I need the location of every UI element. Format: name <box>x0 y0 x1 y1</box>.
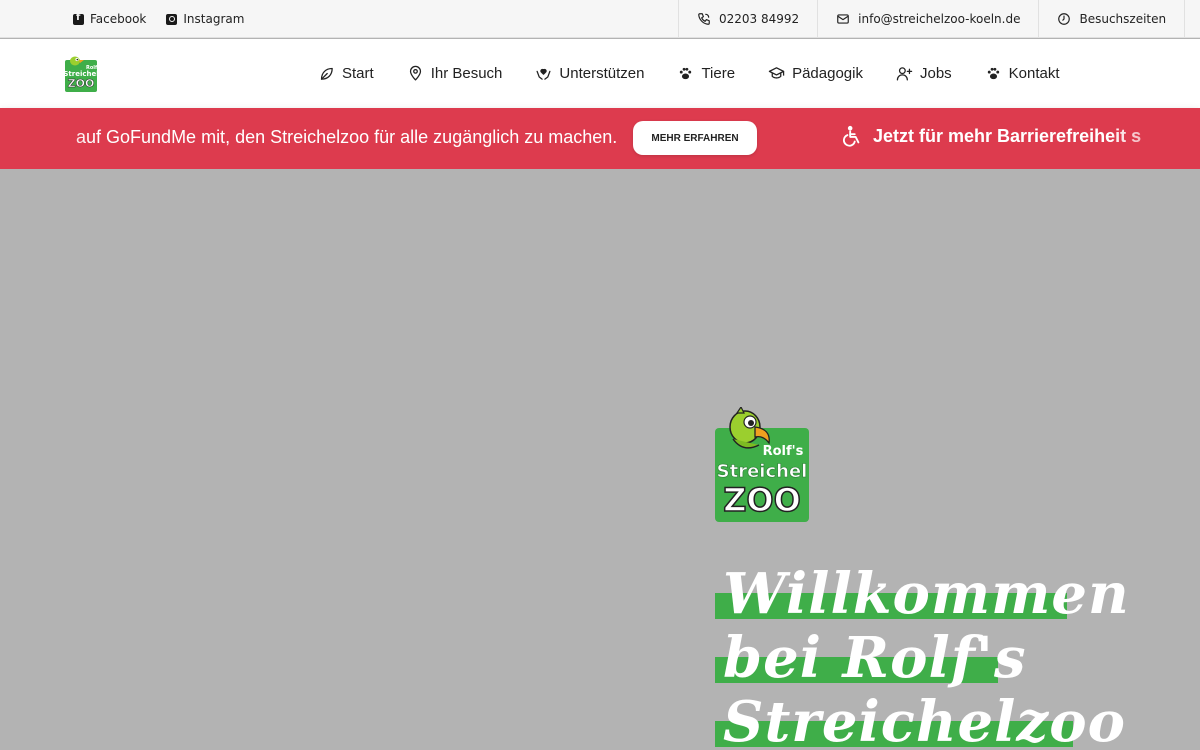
facebook-icon <box>73 12 84 25</box>
banner-fade-left <box>0 108 90 169</box>
nav-item-ihr-besuch-label: Ihr Besuch <box>430 65 503 82</box>
visiting-hours-label: Besuchszeiten <box>1079 12 1167 26</box>
banner-next-label: Jetzt für mehr Barrierefreiheit s <box>873 125 1142 146</box>
banner-text: auf GoFundMe mit, den Streichelzoo für a… <box>76 127 618 147</box>
hero-logo-text-line1: Rolf's <box>763 444 804 459</box>
banner-fade-right <box>1110 108 1200 169</box>
instagram-label: Instagram <box>183 12 245 26</box>
phone-link[interactable]: 02203 84992 <box>679 0 819 38</box>
hero-logo-text-line2: Streichel <box>717 461 808 482</box>
main-nav: Start Ihr Besuch Unterstützen Tiere Päda… <box>318 39 1060 108</box>
banner-next-text: Jetzt für mehr Barrierefreiheit s <box>841 125 1141 147</box>
mehr-erfahren-button[interactable]: MEHR ERFAHREN <box>633 121 757 155</box>
hero-section: Rolf's Streichel ZOO Willkommen bei Rolf… <box>0 169 1200 750</box>
facebook-label: Facebook <box>90 12 147 26</box>
nav-item-jobs[interactable]: Jobs <box>896 65 952 82</box>
phone-icon <box>698 13 710 25</box>
nav-item-tiere-label: Tiere <box>701 65 736 82</box>
hero-title-line: bei Rolf's <box>715 626 1130 690</box>
map-pin-icon <box>409 65 421 81</box>
wheelchair-icon <box>843 125 860 147</box>
hero-logo-text-line3: ZOO <box>723 481 801 519</box>
visiting-hours-link[interactable]: Besuchszeiten <box>1039 0 1186 38</box>
hero-title-line-2: bei Rolf's <box>723 625 1027 691</box>
nav-item-start[interactable]: Start <box>318 65 374 82</box>
nav-item-ihr-besuch[interactable]: Ihr Besuch <box>407 65 503 82</box>
email-link[interactable]: info@streichelzoo-koeln.de <box>818 0 1040 38</box>
mail-icon <box>837 14 850 24</box>
hero-logo: Rolf's Streichel ZOO <box>715 407 809 522</box>
hero-title-line-3: Streichelzoo <box>723 689 1126 750</box>
hero-title: Willkommen bei Rolf's Streichelzoo <box>715 562 1130 750</box>
phone-label: 02203 84992 <box>719 12 800 26</box>
leaf-icon <box>320 67 333 80</box>
nav-item-paedagogik[interactable]: Pädagogik <box>768 65 863 82</box>
hero-title-line: Willkommen <box>715 562 1130 626</box>
nav-item-unterstuetzen-label: Unterstützen <box>559 65 645 82</box>
email-label: info@streichelzoo-koeln.de <box>858 12 1021 26</box>
paw-icon <box>680 67 692 80</box>
social-links: Facebook Instagram <box>73 12 244 26</box>
main-header: Rolf's Streichel ZOO Start Ihr Besuch Un… <box>0 39 1200 108</box>
nav-item-tiere[interactable]: Tiere <box>677 65 735 82</box>
nav-item-kontakt-label: Kontakt <box>1008 65 1060 82</box>
user-plus-icon <box>896 67 913 81</box>
site-logo[interactable]: Rolf's Streichel ZOO <box>65 54 97 92</box>
contact-links: 02203 84992 info@streichelzoo-koeln.de B… <box>678 0 1186 38</box>
hands-heart-icon <box>536 68 551 80</box>
paw-icon <box>987 67 999 80</box>
hero-title-line-1: Willkommen <box>723 561 1130 627</box>
nav-item-jobs-label: Jobs <box>919 65 952 82</box>
hero-title-line: Streichelzoo <box>715 690 1130 750</box>
nav-item-start-label: Start <box>342 65 374 82</box>
top-bar: Facebook Instagram 02203 84992 info@stre… <box>0 0 1200 38</box>
graduation-cap-icon <box>768 67 785 79</box>
announcement-banner: auf GoFundMe mit, den Streichelzoo für a… <box>0 108 1200 169</box>
nav-item-kontakt[interactable]: Kontakt <box>985 65 1060 82</box>
nav-item-paedagogik-label: Pädagogik <box>792 65 863 82</box>
clock-icon <box>1058 13 1071 25</box>
logo-text-line3: ZOO <box>68 77 95 90</box>
nav-item-unterstuetzen[interactable]: Unterstützen <box>535 65 644 82</box>
facebook-link[interactable]: Facebook <box>73 12 146 26</box>
instagram-link[interactable]: Instagram <box>166 12 244 26</box>
instagram-icon <box>166 13 178 25</box>
